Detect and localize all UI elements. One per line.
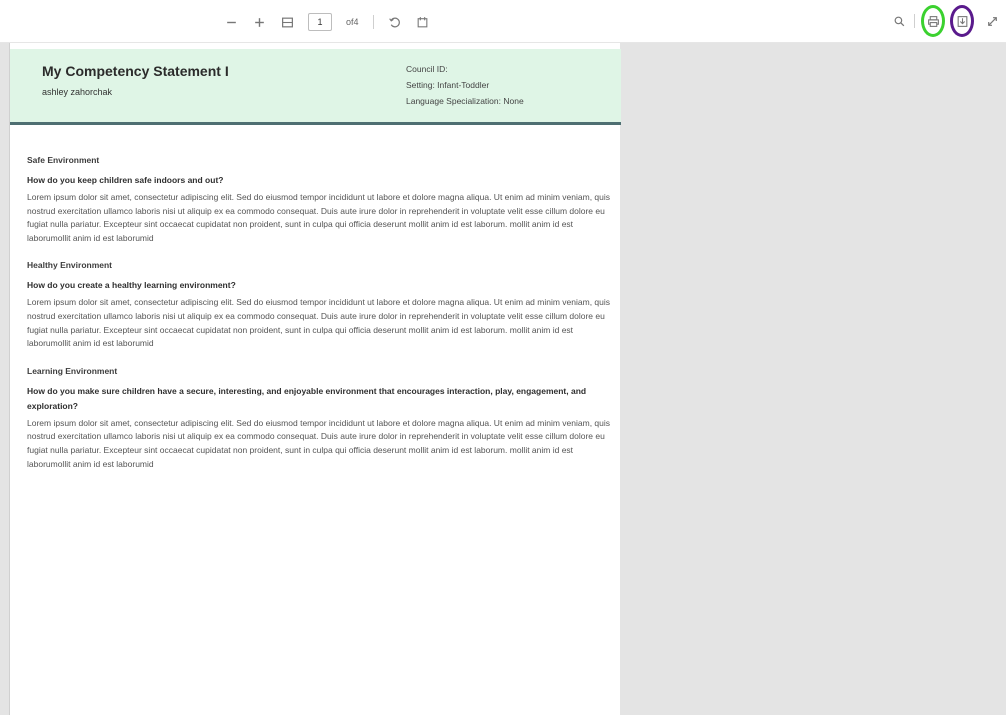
language-specialization: Language Specialization: None xyxy=(406,96,524,106)
section-question: How do you make sure children have a sec… xyxy=(27,385,587,411)
fit-page-icon[interactable] xyxy=(280,15,294,29)
document-body: Safe Environment How do you keep childre… xyxy=(27,155,611,486)
setting-label: Setting: Infant-Toddler xyxy=(406,80,490,90)
rotate-icon[interactable] xyxy=(388,15,402,29)
toolbar-divider xyxy=(372,15,374,29)
council-id: Council ID: xyxy=(406,64,448,74)
section-text: Lorem ipsum dolor sit amet, consectetur … xyxy=(27,297,611,349)
toolbar-center-controls: 1 of4 xyxy=(224,13,430,31)
section-title: Safe Environment xyxy=(27,155,100,165)
history-icon[interactable] xyxy=(416,15,430,29)
expand-icon[interactable] xyxy=(985,14,999,28)
toolbar-divider xyxy=(914,14,915,28)
search-icon[interactable] xyxy=(892,14,906,28)
page-number-input[interactable]: 1 xyxy=(308,13,332,31)
download-icon[interactable] xyxy=(955,14,969,28)
document-title: My Competency Statement I xyxy=(42,63,229,79)
document-header: My Competency Statement I ashley zahorch… xyxy=(10,49,621,125)
print-icon[interactable] xyxy=(926,14,940,28)
section-title: Learning Environment xyxy=(27,365,118,376)
section-question: How do you keep children safe indoors an… xyxy=(27,175,224,185)
plus-icon[interactable] xyxy=(252,15,266,29)
section-text: Lorem ipsum dolor sit amet, consectetur … xyxy=(27,192,611,243)
page-total-label: of4 xyxy=(346,17,359,27)
section-question: How do you create a healthy learning env… xyxy=(27,280,236,291)
section-text: Lorem ipsum dolor sit amet, consectetur … xyxy=(27,417,611,469)
minus-icon[interactable] xyxy=(224,15,238,29)
document-author: ashley zahorchak xyxy=(42,87,113,97)
pdf-viewer-area[interactable]: My Competency Statement I ashley zahorch… xyxy=(0,43,1006,715)
document-page: My Competency Statement I ashley zahorch… xyxy=(9,43,621,715)
section-safe-environment: Safe Environment How do you keep childre… xyxy=(27,155,611,245)
section-title: Healthy Environment xyxy=(27,260,113,271)
pdf-toolbar: 1 of4 xyxy=(0,0,1006,43)
section-learning-environment: Learning Environment How do you make sur… xyxy=(27,366,611,471)
section-healthy-environment: Healthy Environment How do you create a … xyxy=(27,260,611,350)
